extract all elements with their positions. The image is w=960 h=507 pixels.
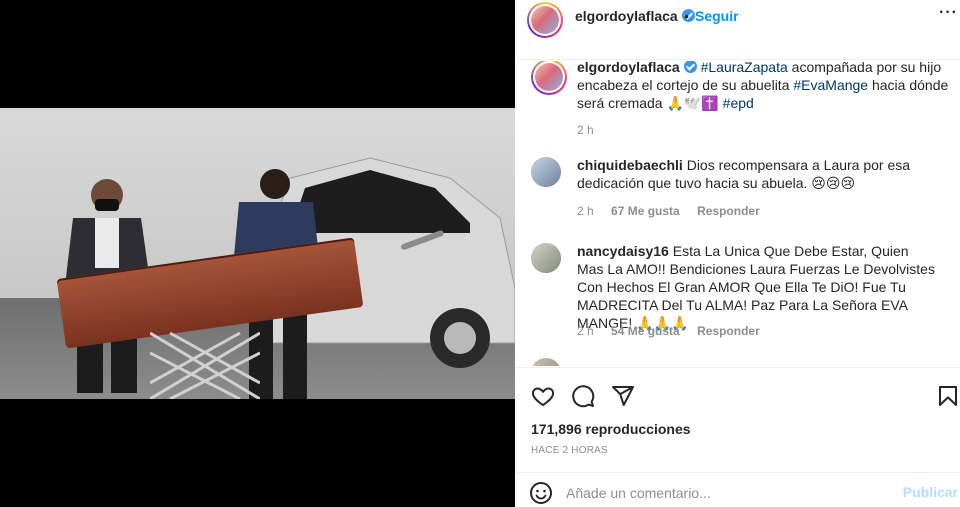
comments-list[interactable]: elgordoylaflaca #LauraZapata acompañada … bbox=[515, 61, 960, 366]
post-actions-section: 171,896 reproducciones HACE 2 HORAS Publ… bbox=[515, 367, 960, 507]
comment-item: chiquidebaechli Dios recompensara a Laur… bbox=[531, 156, 951, 228]
hashtag-epd[interactable]: #epd bbox=[723, 95, 754, 111]
comment-likes[interactable]: 54 Me gusta bbox=[611, 324, 680, 338]
reply-button[interactable]: Responder bbox=[697, 204, 760, 218]
bookmark-icon[interactable] bbox=[936, 384, 960, 408]
commenter-avatar[interactable] bbox=[531, 358, 561, 366]
more-options-icon[interactable]: ··· bbox=[939, 4, 958, 22]
comment-meta: 2 h 67 Me gusta Responder bbox=[577, 204, 774, 218]
publish-button[interactable]: Publicar bbox=[903, 484, 958, 500]
caption-username[interactable]: elgordoylaflaca bbox=[577, 61, 680, 75]
instagram-post-window: elgordoylaflaca • Seguir ··· elgordoylaf… bbox=[0, 0, 960, 507]
caption-meta: 2 h bbox=[577, 123, 608, 137]
reply-button[interactable]: Responder bbox=[697, 324, 760, 338]
heart-icon[interactable] bbox=[531, 384, 555, 408]
comment-likes[interactable]: 67 Me gusta bbox=[611, 204, 680, 218]
comment-item-partial bbox=[531, 358, 951, 366]
hashtag-evamange[interactable]: #EvaMange bbox=[793, 77, 868, 93]
comment-meta: 2 h 54 Me gusta Responder bbox=[577, 324, 774, 338]
post-header: elgordoylaflaca • Seguir ··· bbox=[515, 0, 960, 60]
author-avatar[interactable] bbox=[527, 2, 563, 38]
author-username[interactable]: elgordoylaflaca bbox=[575, 8, 695, 24]
comment-item: nancydaisy16 Esta La Unica Que Debe Esta… bbox=[531, 242, 951, 354]
comment-input[interactable] bbox=[566, 483, 896, 503]
view-count[interactable]: 171,896 reproducciones bbox=[531, 421, 691, 437]
comment-text: chiquidebaechli Dios recompensara a Laur… bbox=[577, 156, 917, 192]
video-player[interactable] bbox=[0, 108, 515, 399]
post-side-panel: elgordoylaflaca • Seguir ··· elgordoylaf… bbox=[515, 0, 960, 507]
emoji-icon[interactable] bbox=[529, 481, 553, 505]
caption-verified-badge-icon bbox=[683, 61, 697, 73]
commenter-username[interactable]: chiquidebaechli bbox=[577, 157, 683, 173]
share-icon[interactable] bbox=[611, 384, 635, 408]
post-media[interactable] bbox=[0, 0, 515, 507]
post-timestamp[interactable]: HACE 2 HORAS bbox=[531, 445, 608, 456]
commenter-username[interactable]: nancydaisy16 bbox=[577, 243, 669, 259]
caption-text: elgordoylaflaca #LauraZapata acompañada … bbox=[577, 61, 957, 112]
post-caption: elgordoylaflaca #LauraZapata acompañada … bbox=[531, 61, 951, 141]
comment-time[interactable]: 2 h bbox=[577, 324, 594, 338]
comment-time[interactable]: 2 h bbox=[577, 204, 594, 218]
commenter-avatar[interactable] bbox=[531, 157, 561, 187]
comment-text: nancydaisy16 Esta La Unica Que Debe Esta… bbox=[577, 242, 937, 332]
header-separator: • bbox=[684, 8, 689, 24]
add-comment-bar: Publicar bbox=[515, 472, 960, 507]
caption-time[interactable]: 2 h bbox=[577, 123, 594, 137]
caption-author-avatar[interactable] bbox=[531, 61, 567, 95]
hashtag-laurazapata[interactable]: #LauraZapata bbox=[701, 61, 788, 75]
commenter-avatar[interactable] bbox=[531, 243, 561, 273]
casket-stand-illustration bbox=[150, 331, 260, 399]
follow-button[interactable]: Seguir bbox=[695, 8, 739, 24]
comment-icon[interactable] bbox=[571, 384, 595, 408]
